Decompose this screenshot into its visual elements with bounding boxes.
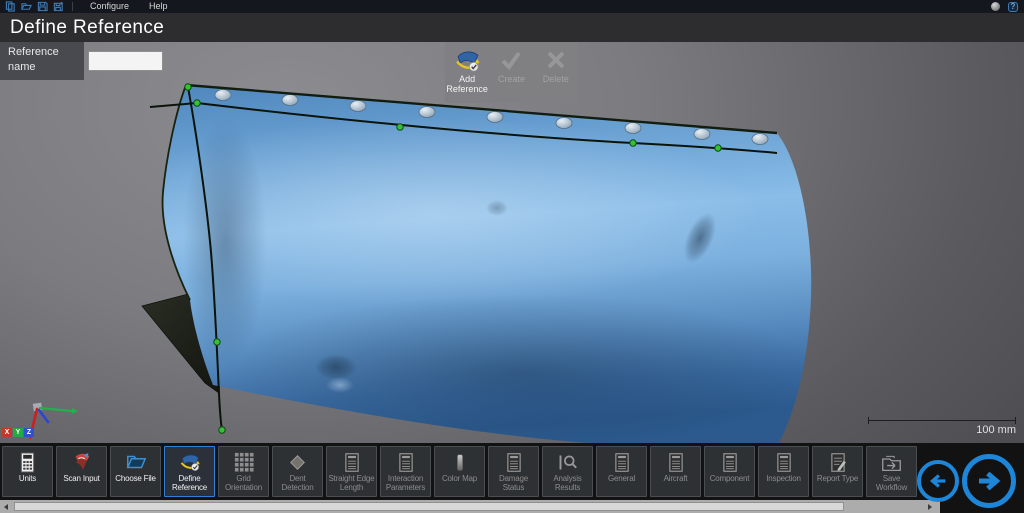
workflow-bar: Units Scan Input Choose File Define Refe… [0, 443, 1024, 513]
workflow-item-component[interactable]: Component [704, 446, 755, 497]
open-file-icon[interactable] [21, 1, 32, 12]
report-pencil-icon [829, 450, 847, 474]
delete-x-icon [542, 46, 570, 74]
menu-separator [72, 2, 73, 11]
workflow-item-define-reference[interactable]: Define Reference [164, 446, 215, 497]
next-step-button[interactable] [962, 454, 1016, 508]
workflow-item-units[interactable]: Units [2, 446, 53, 497]
horizontal-scrollbar[interactable] [0, 500, 940, 513]
workflow-item-aircraft[interactable]: Aircraft [650, 446, 701, 497]
form-icon [721, 450, 739, 474]
open-folder-icon [125, 450, 147, 474]
form-icon [775, 450, 793, 474]
workflow-item-report-type[interactable]: Report Type [812, 446, 863, 497]
axis-labels: X Y Z [2, 428, 35, 437]
reference-name-input[interactable] [88, 51, 163, 71]
help-bubble-icon[interactable]: ? [1008, 2, 1018, 12]
axis-x-chip: X [2, 428, 12, 437]
sphere-icon[interactable] [991, 2, 1000, 11]
delete-button[interactable]: Delete [534, 42, 578, 103]
scale-bar-label: 100 mm [868, 424, 1016, 436]
form-icon [505, 450, 523, 474]
reference-name-label: Reference name [0, 42, 84, 80]
workflow-item-general[interactable]: General [596, 446, 647, 497]
grid-icon [234, 450, 254, 474]
delete-label: Delete [543, 75, 569, 85]
define-reference-icon [179, 450, 201, 474]
menu-bar: Configure Help ? [0, 0, 1024, 13]
workflow-item-damage-status[interactable]: Damage Status [488, 446, 539, 497]
arrow-right-icon [974, 466, 1004, 496]
workflow-item-scan-input[interactable]: Scan Input [56, 446, 107, 497]
workflow-item-save-workflow[interactable]: Save Workflow [866, 446, 917, 497]
workflow-item-dent-detection[interactable]: Dent Detection [272, 446, 323, 497]
units-calculator-icon [18, 450, 37, 474]
scrollbar-thumb[interactable] [14, 502, 844, 511]
axis-z-chip: Z [24, 428, 34, 437]
scroll-left-arrow-icon[interactable] [4, 504, 8, 510]
axis-triad-icon [28, 402, 78, 440]
workflow-item-interaction-parameters[interactable]: Interaction Parameters [380, 446, 431, 497]
workflow-item-grid-orientation[interactable]: Grid Orientation [218, 446, 269, 497]
menu-item-help[interactable]: Help [139, 0, 178, 13]
create-button[interactable]: Create [489, 42, 533, 103]
form-icon [613, 450, 631, 474]
form-icon [397, 450, 415, 474]
create-check-icon [497, 46, 525, 74]
new-file-icon[interactable] [5, 1, 16, 12]
reference-toolbar: Add Reference Create Delete [445, 42, 578, 103]
form-icon [343, 450, 361, 474]
save-icon[interactable] [37, 1, 48, 12]
dent-mark [315, 354, 357, 380]
arrow-left-icon [927, 470, 949, 492]
workflow-item-choose-file[interactable]: Choose File [110, 446, 161, 497]
form-icon [667, 450, 685, 474]
add-reference-icon [453, 46, 481, 74]
dent-mark [486, 200, 508, 216]
save-workflow-icon [881, 450, 902, 474]
analysis-magnifier-icon [557, 450, 578, 474]
scale-bar: 100 mm [868, 416, 1016, 436]
workflow-item-color-map[interactable]: Color Map [434, 446, 485, 497]
application-window: Configure Help ? Define Reference [0, 0, 1024, 513]
scale-bar-line [868, 420, 1016, 421]
previous-step-button[interactable] [917, 460, 959, 502]
scroll-right-arrow-icon[interactable] [928, 504, 932, 510]
viewport-3d[interactable]: Reference name Add Reference Create De [0, 42, 1024, 443]
page-title: Define Reference [0, 13, 1024, 42]
save-as-icon[interactable] [53, 1, 64, 12]
workflow-steps: Units Scan Input Choose File Define Refe… [2, 446, 917, 497]
add-reference-label: Add Reference [445, 75, 489, 94]
diamond-icon [288, 450, 307, 474]
color-bar-icon [451, 450, 469, 474]
add-reference-button[interactable]: Add Reference [445, 42, 489, 103]
workflow-item-analysis-results[interactable]: Analysis Results [542, 446, 593, 497]
axis-y-chip: Y [13, 428, 23, 437]
workflow-item-inspection[interactable]: Inspection [758, 446, 809, 497]
workflow-item-straight-edge-length[interactable]: Straight Edge Length [326, 446, 377, 497]
menu-item-configure[interactable]: Configure [80, 0, 139, 13]
scan-input-icon [71, 450, 93, 474]
create-label: Create [498, 75, 525, 85]
